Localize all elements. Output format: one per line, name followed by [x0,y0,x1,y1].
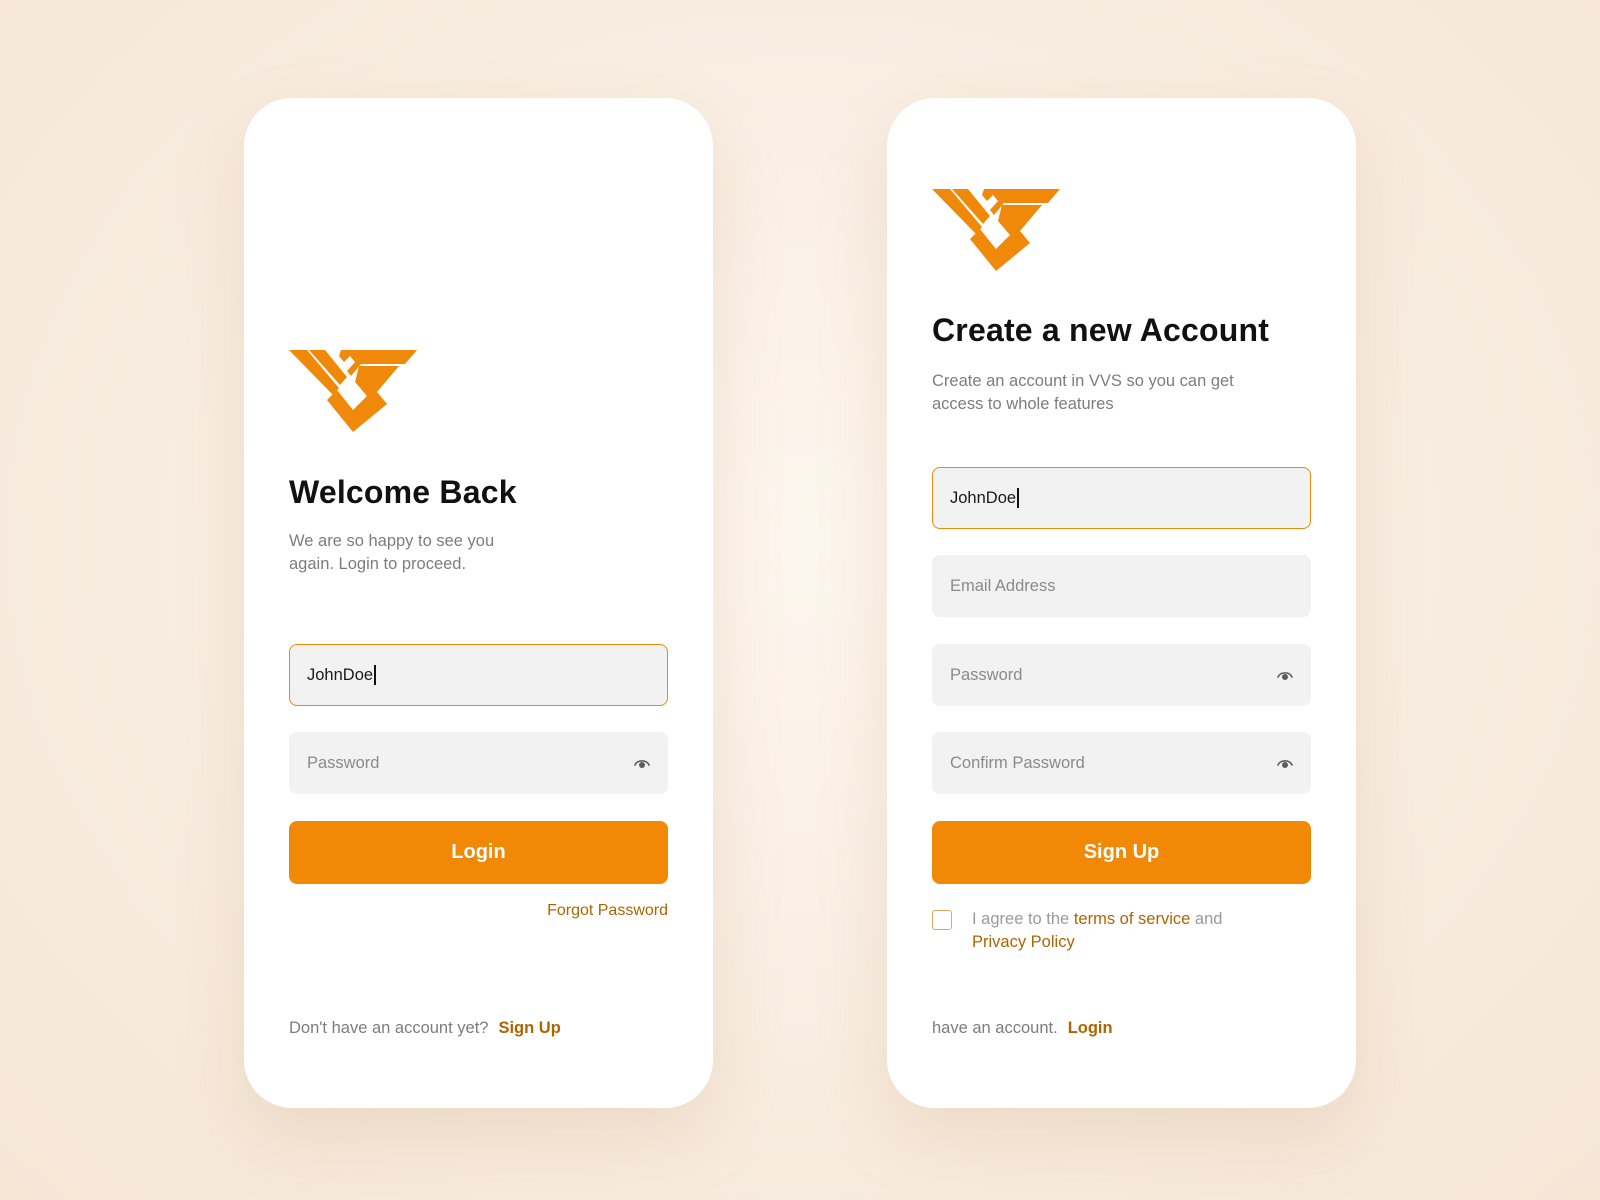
privacy-policy-link[interactable]: Privacy Policy [972,933,1075,951]
login-button[interactable]: Login [289,821,668,884]
text-caret [1017,488,1019,508]
forgot-password-link[interactable]: Forgot Password [547,902,668,920]
vvs-logo-icon [932,189,1060,271]
vvs-logo-icon [289,350,417,432]
eye-icon[interactable] [634,757,650,769]
confirm-password-placeholder: Confirm Password [950,753,1085,772]
sign-up-button[interactable]: Sign Up [932,821,1311,884]
agree-prefix: I agree to the [972,910,1070,928]
password-placeholder: Password [950,665,1023,684]
username-input[interactable]: JohnDoe [289,644,668,706]
terms-checkbox[interactable] [932,910,952,930]
footer-text: Don't have an account yet? [289,1019,489,1037]
confirm-password-input[interactable]: Confirm Password [932,732,1311,794]
eye-icon[interactable] [1277,757,1293,769]
password-input[interactable]: Password [289,732,668,794]
page-title: Welcome Back [289,474,517,510]
eye-icon[interactable] [1277,669,1293,681]
text-caret [374,665,376,685]
signup-card: Create a new Account Create an account i… [887,98,1356,1108]
login-link[interactable]: Login [1068,1019,1113,1037]
password-placeholder: Password [307,753,380,772]
page-title: Create a new Account [932,312,1270,348]
sign-up-link[interactable]: Sign Up [498,1019,560,1037]
footer-text: have an account. [932,1019,1058,1037]
username-value: JohnDoe [950,488,1017,507]
login-footer: Don't have an account yet? Sign Up [289,1019,561,1038]
terms-text: I agree to the terms of service and Priv… [972,908,1272,954]
password-input[interactable]: Password [932,644,1311,706]
email-placeholder: Email Address [950,576,1056,595]
page-subtitle: Create an account in VVS so you can get … [932,372,1234,413]
username-value: JohnDoe [307,665,374,684]
signup-footer: have an account. Login [932,1019,1113,1038]
login-card: Welcome Back We are so happy to see you … [244,98,713,1108]
terms-agreement: I agree to the terms of service and Priv… [932,908,1272,954]
username-input[interactable]: JohnDoe [932,467,1311,529]
page-subtitle: We are so happy to see you again. Login … [289,532,495,573]
agree-and: and [1194,910,1223,928]
terms-of-service-link[interactable]: terms of service [1074,910,1190,928]
email-input[interactable]: Email Address [932,555,1311,617]
